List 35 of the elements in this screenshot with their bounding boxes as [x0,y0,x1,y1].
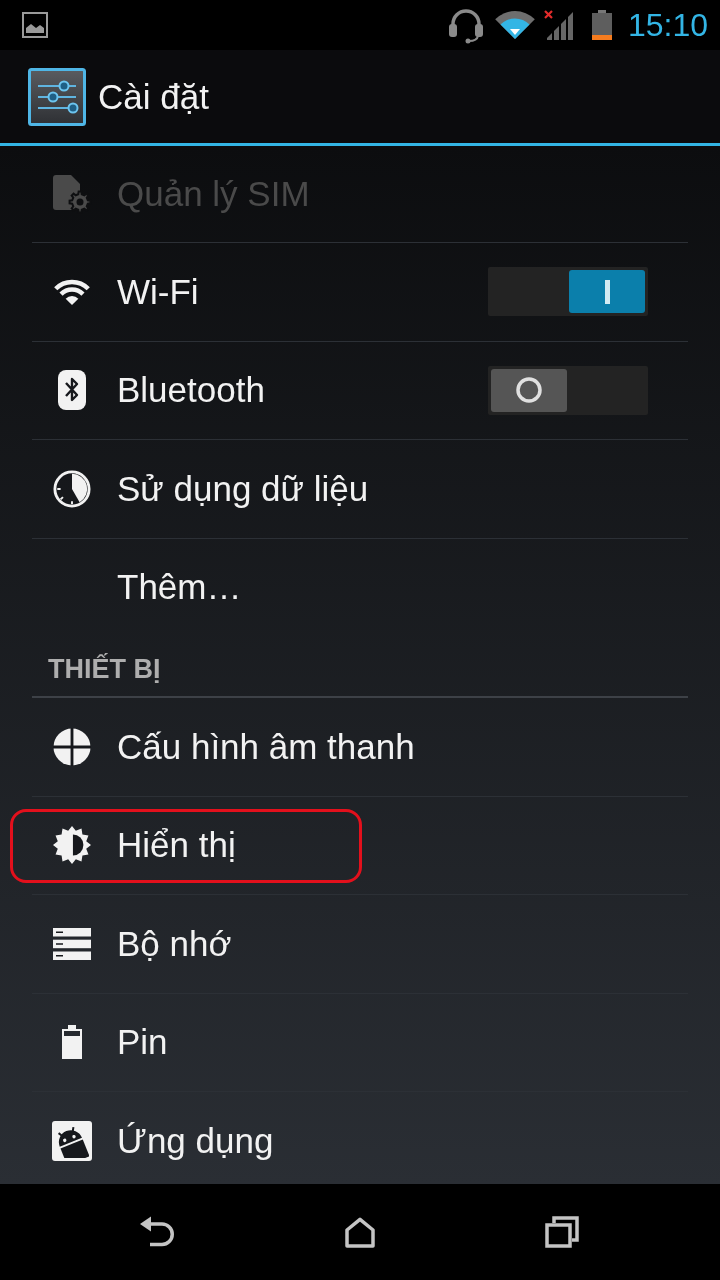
screen-title: Cài đặt [98,75,209,118]
settings-item[interactable]: Pin [32,993,688,1091]
settings-item[interactable]: Bộ nhớ [32,895,688,993]
brightness-icon [53,826,91,865]
robot-icon [52,1120,92,1161]
settings-item[interactable]: Cấu hình âm thanh [32,698,688,796]
quartered-circle-icon [53,727,91,766]
bar-icon [604,279,610,304]
settings-item[interactable]: Thêm… [32,538,688,636]
sim-card-gear-icon [52,174,92,214]
sliders-icon[interactable] [28,67,86,126]
switch-thumb[interactable] [569,270,645,314]
wifi-signal-icon [494,10,535,40]
ring-icon [516,377,542,404]
battery-icon [61,1025,83,1060]
headset-icon [447,6,484,44]
wifi-icon [53,277,91,306]
settings-item[interactable]: Hiển thị [32,796,688,894]
clock-time: 15:10 [627,9,708,41]
settings-item[interactable]: Sử dụng dữ liệu [32,440,688,538]
toggle-switch[interactable] [488,365,648,415]
picture-icon [22,12,48,38]
bluetooth-icon [58,370,86,411]
home-icon [345,1216,375,1248]
toggle-switch[interactable] [488,267,648,317]
settings-item[interactable]: Ứng dụng [32,1092,688,1184]
battery-icon [591,10,612,40]
pie-chart-icon [53,469,91,508]
back-icon [140,1216,176,1248]
switch-thumb[interactable] [491,368,567,412]
recents-icon [545,1216,579,1248]
stacked-bars-icon [53,927,91,960]
section-header: THIẾT BỊ [48,655,161,685]
settings-item[interactable]: Wi-Fi [32,243,688,341]
settings-item[interactable]: Bluetooth [32,341,688,439]
